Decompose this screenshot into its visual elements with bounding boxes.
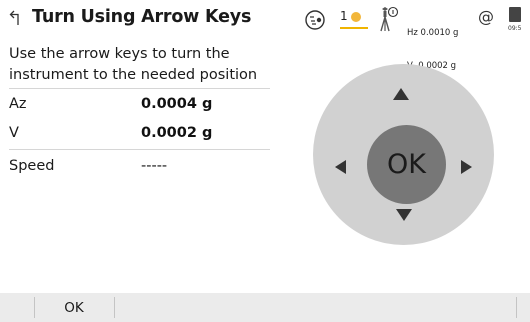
ok-softkey[interactable]: OK bbox=[34, 293, 114, 322]
softkey-divider bbox=[114, 297, 115, 318]
recording-icon[interactable] bbox=[304, 9, 328, 31]
arrow-pad: OK bbox=[313, 64, 494, 245]
battery-icon[interactable] bbox=[509, 7, 521, 22]
sun-icon bbox=[351, 12, 361, 22]
hz-readout: Hz 0.0010 g bbox=[407, 28, 459, 38]
az-value: 0.0004 g bbox=[141, 96, 213, 112]
softkey-divider bbox=[516, 297, 517, 318]
divider bbox=[9, 88, 270, 89]
v-value: 0.0002 g bbox=[141, 125, 213, 141]
softkey-bar: OK bbox=[0, 293, 530, 322]
pad-ok-label: OK bbox=[387, 149, 426, 180]
clock-time: 09:5 bbox=[508, 25, 522, 32]
divider bbox=[9, 149, 270, 150]
at-icon[interactable]: @ bbox=[478, 7, 494, 26]
back-icon[interactable] bbox=[9, 8, 27, 28]
speed-value: ----- bbox=[141, 158, 168, 174]
status-bar: 1 Hz 0.0010 g V 0.0002 g @ 09:5 bbox=[298, 0, 530, 71]
v-label: V bbox=[9, 125, 19, 141]
az-label: Az bbox=[9, 96, 27, 112]
pad-ok-button[interactable]: OK bbox=[367, 125, 446, 204]
speed-label: Speed bbox=[9, 158, 55, 174]
arrow-down-button[interactable] bbox=[396, 209, 412, 221]
page-title: Turn Using Arrow Keys bbox=[32, 7, 252, 27]
arrow-left-button[interactable] bbox=[335, 160, 346, 174]
header-bar: Turn Using Arrow Keys 1 Hz 0.0010 g V 0.… bbox=[0, 0, 530, 71]
instruction-text: Use the arrow keys to turn the instrumen… bbox=[9, 46, 258, 83]
counter-value[interactable]: 1 bbox=[340, 9, 348, 23]
prism-icon[interactable] bbox=[377, 5, 399, 33]
arrow-up-button[interactable] bbox=[393, 88, 409, 100]
arrow-right-button[interactable] bbox=[461, 160, 472, 174]
counter-underline bbox=[340, 27, 368, 29]
